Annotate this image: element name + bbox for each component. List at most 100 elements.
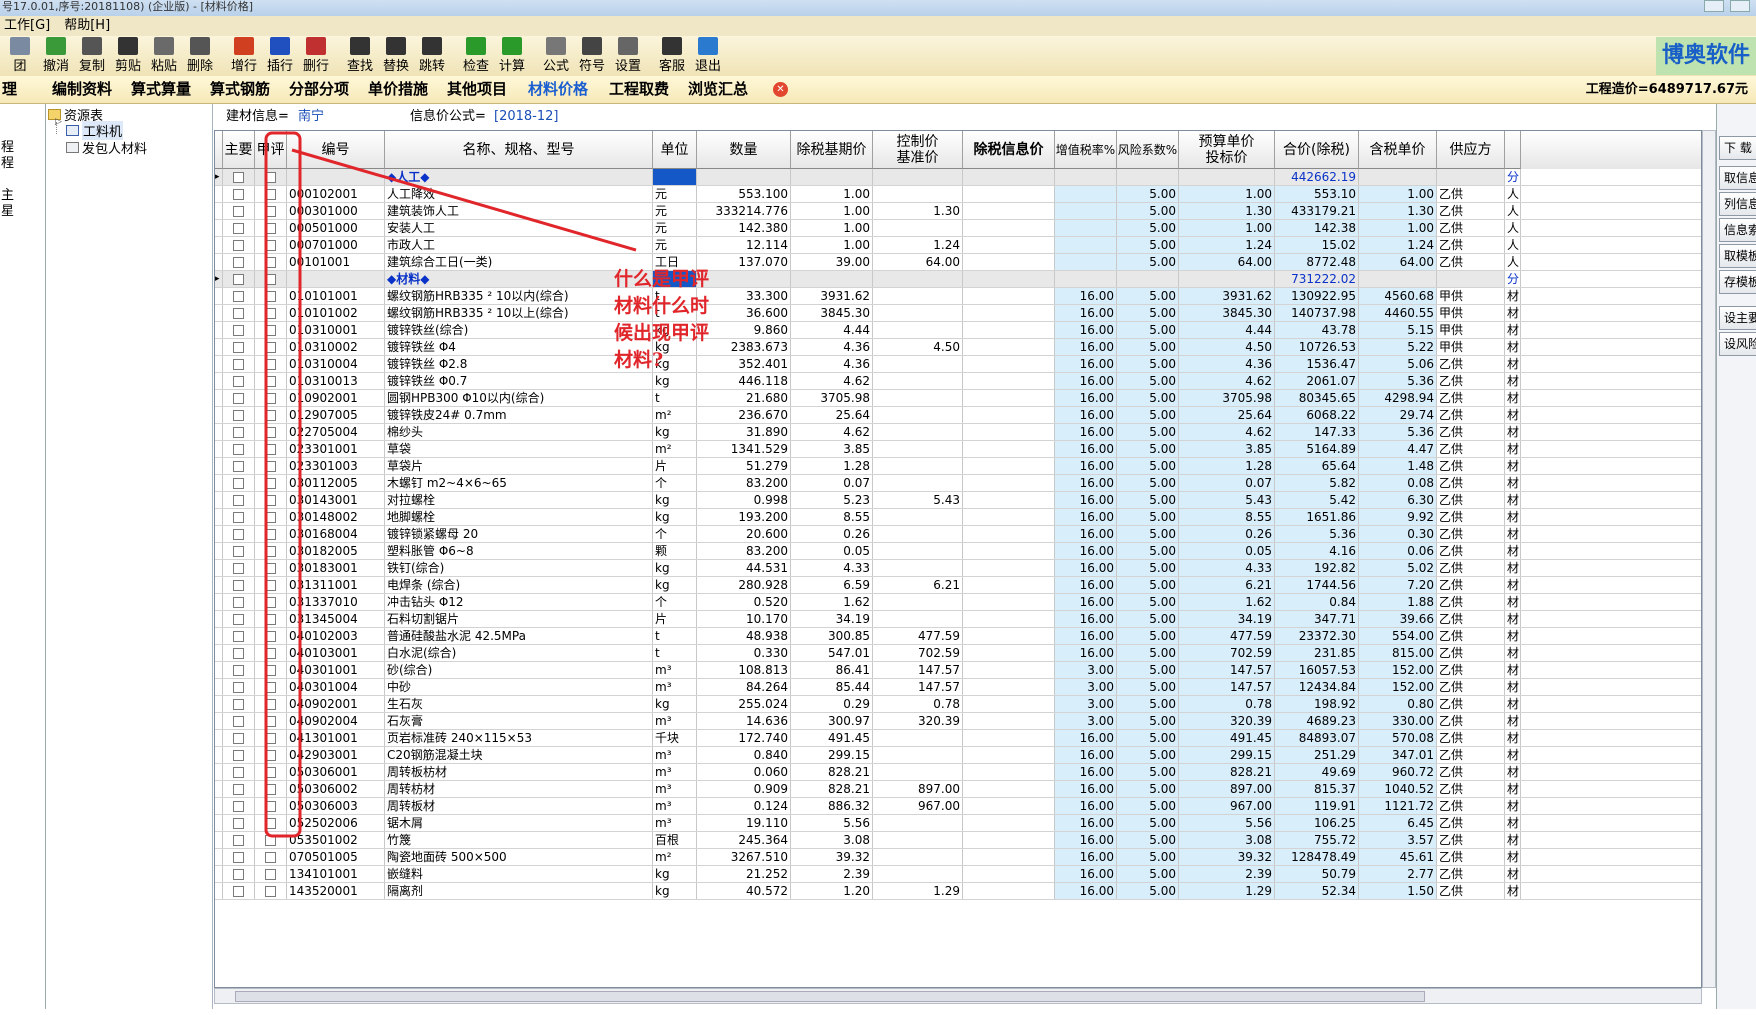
cell-total[interactable]: 12434.84 bbox=[1275, 679, 1359, 695]
column-header-unit[interactable]: 单位 bbox=[653, 131, 697, 169]
cell-tax[interactable]: 29.74 bbox=[1359, 407, 1437, 423]
table-row[interactable]: 031311001 电焊条 (综合) kg 280.928 6.59 6.21 16.00 5… bbox=[215, 577, 1701, 594]
cell-unit[interactable]: 元 bbox=[653, 220, 697, 236]
cell-unit[interactable]: m³ bbox=[653, 662, 697, 678]
cell-ctrl[interactable] bbox=[873, 747, 963, 763]
cell-total[interactable]: 128478.49 bbox=[1275, 849, 1359, 865]
cell-ext[interactable]: 材 bbox=[1505, 849, 1521, 865]
cell-vat[interactable]: 16.00 bbox=[1055, 594, 1117, 610]
cell-total[interactable]: 65.64 bbox=[1275, 458, 1359, 474]
cell-budget[interactable]: 4.33 bbox=[1179, 560, 1275, 576]
cell-total[interactable]: 49.69 bbox=[1275, 764, 1359, 780]
right-action-button[interactable]: 取信息 bbox=[1719, 166, 1756, 190]
cell-vat[interactable]: 16.00 bbox=[1055, 883, 1117, 899]
cell-total[interactable]: 140737.98 bbox=[1275, 305, 1359, 321]
cell-total[interactable]: 4689.23 bbox=[1275, 713, 1359, 729]
cell-risk[interactable]: 5.00 bbox=[1117, 577, 1179, 593]
main-material-checkbox[interactable] bbox=[233, 444, 244, 455]
cell-tax[interactable]: 45.61 bbox=[1359, 849, 1437, 865]
jiaping-checkbox[interactable] bbox=[265, 427, 276, 438]
jiaping-checkbox[interactable] bbox=[265, 597, 276, 608]
main-material-checkbox[interactable] bbox=[233, 563, 244, 574]
cell-risk[interactable]: 5.00 bbox=[1117, 509, 1179, 525]
cell-tax[interactable]: 1121.72 bbox=[1359, 798, 1437, 814]
cell-code[interactable]: 040103001 bbox=[287, 645, 385, 661]
cell-total[interactable]: 6068.22 bbox=[1275, 407, 1359, 423]
cell-risk[interactable]: 5.00 bbox=[1117, 441, 1179, 457]
cell-ext[interactable]: 材 bbox=[1505, 424, 1521, 440]
cell-total[interactable]: 142.38 bbox=[1275, 220, 1359, 236]
cell-tax[interactable]: 152.00 bbox=[1359, 662, 1437, 678]
cell-total[interactable]: 8772.48 bbox=[1275, 254, 1359, 270]
cell-total[interactable]: 5.36 bbox=[1275, 526, 1359, 542]
cell-sup[interactable]: 乙供 bbox=[1437, 237, 1505, 253]
cell-name[interactable]: 圆钢HPB300 Φ10以内(综合) bbox=[385, 390, 653, 406]
cell-sup[interactable]: 乙供 bbox=[1437, 662, 1505, 678]
cell-code[interactable]: 050306002 bbox=[287, 781, 385, 797]
jiaping-checkbox[interactable] bbox=[265, 631, 276, 642]
cell-sup[interactable]: 乙供 bbox=[1437, 679, 1505, 695]
cell-code[interactable]: 010310001 bbox=[287, 322, 385, 338]
cell-sup[interactable]: 乙供 bbox=[1437, 220, 1505, 236]
cell-base[interactable]: 0.05 bbox=[791, 543, 873, 559]
cell-ctrl[interactable] bbox=[873, 611, 963, 627]
main-material-checkbox[interactable] bbox=[233, 648, 244, 659]
cell-info[interactable] bbox=[963, 458, 1055, 474]
cell-risk[interactable]: 5.00 bbox=[1117, 186, 1179, 202]
jiaping-checkbox[interactable] bbox=[265, 886, 276, 897]
cell-budget[interactable]: 828.21 bbox=[1179, 764, 1275, 780]
cell-sup[interactable]: 乙供 bbox=[1437, 390, 1505, 406]
table-row[interactable]: 040301001 砂(综合) m³ 108.813 86.41 147.57 3.00 5.… bbox=[215, 662, 1701, 679]
cell-info[interactable] bbox=[963, 849, 1055, 865]
cell-qty[interactable]: 553.100 bbox=[697, 186, 791, 202]
cell-qty[interactable]: 172.740 bbox=[697, 730, 791, 746]
cell-tax[interactable]: 330.00 bbox=[1359, 713, 1437, 729]
cell-ctrl[interactable]: 967.00 bbox=[873, 798, 963, 814]
cell-ctrl[interactable]: 147.57 bbox=[873, 679, 963, 695]
cell-code[interactable]: 031337010 bbox=[287, 594, 385, 610]
cell-name[interactable]: 棉纱头 bbox=[385, 424, 653, 440]
tab-4[interactable]: 分部分项 bbox=[289, 76, 349, 103]
cell-ext[interactable]: 分 bbox=[1505, 169, 1521, 185]
right-action-button[interactable]: 取模板 bbox=[1719, 244, 1756, 268]
cell-base[interactable]: 5.23 bbox=[791, 492, 873, 508]
cell-tax[interactable]: 5.36 bbox=[1359, 373, 1437, 389]
cell-budget[interactable]: 0.26 bbox=[1179, 526, 1275, 542]
cell-vat[interactable]: 16.00 bbox=[1055, 781, 1117, 797]
cell-code[interactable]: 022705004 bbox=[287, 424, 385, 440]
table-row[interactable]: 031345004 石料切割锯片片 10.170 34.19 16.00 5.00 34.1… bbox=[215, 611, 1701, 628]
cell-unit[interactable]: m² bbox=[653, 441, 697, 457]
cell-risk[interactable]: 5.00 bbox=[1117, 781, 1179, 797]
cell-tax[interactable]: 5.36 bbox=[1359, 424, 1437, 440]
cell-tax[interactable]: 554.00 bbox=[1359, 628, 1437, 644]
jiaping-checkbox[interactable] bbox=[265, 767, 276, 778]
cell-risk[interactable]: 5.00 bbox=[1117, 645, 1179, 661]
cell-vat[interactable]: 16.00 bbox=[1055, 866, 1117, 882]
cell-qty[interactable]: 3267.510 bbox=[697, 849, 791, 865]
cell-code[interactable]: 000701000 bbox=[287, 237, 385, 253]
cell-budget[interactable]: 491.45 bbox=[1179, 730, 1275, 746]
table-row[interactable]: 070501005 陶瓷地面砖 500×500 m² 3267.510 39.32 16.… bbox=[215, 849, 1701, 866]
cell-vat[interactable]: 16.00 bbox=[1055, 407, 1117, 423]
jiaping-checkbox[interactable] bbox=[265, 274, 276, 285]
cell-total[interactable]: 1651.86 bbox=[1275, 509, 1359, 525]
cell-total[interactable]: 442662.19 bbox=[1275, 169, 1359, 185]
right-action-button[interactable]: 下 载 bbox=[1719, 136, 1756, 160]
column-header-ctrl[interactable]: 控制价 基准价 bbox=[873, 131, 963, 169]
jiaping-checkbox[interactable] bbox=[265, 852, 276, 863]
cell-ctrl[interactable]: 477.59 bbox=[873, 628, 963, 644]
toolbar-button-calculate[interactable]: 计算 bbox=[494, 36, 530, 76]
cell-code[interactable]: 010101001 bbox=[287, 288, 385, 304]
jiaping-checkbox[interactable] bbox=[265, 223, 276, 234]
cell-budget[interactable]: 34.19 bbox=[1179, 611, 1275, 627]
cell-total[interactable]: 815.37 bbox=[1275, 781, 1359, 797]
cell-budget[interactable]: 4.62 bbox=[1179, 424, 1275, 440]
cell-name[interactable]: 石料切割锯片 bbox=[385, 611, 653, 627]
cell-qty[interactable]: 21.680 bbox=[697, 390, 791, 406]
cell-total[interactable]: 231.85 bbox=[1275, 645, 1359, 661]
jiaping-checkbox[interactable] bbox=[265, 563, 276, 574]
cell-info[interactable] bbox=[963, 645, 1055, 661]
cell-code[interactable]: 143520001 bbox=[287, 883, 385, 899]
jiaping-checkbox[interactable] bbox=[265, 189, 276, 200]
cell-ext[interactable]: 分 bbox=[1505, 271, 1521, 287]
